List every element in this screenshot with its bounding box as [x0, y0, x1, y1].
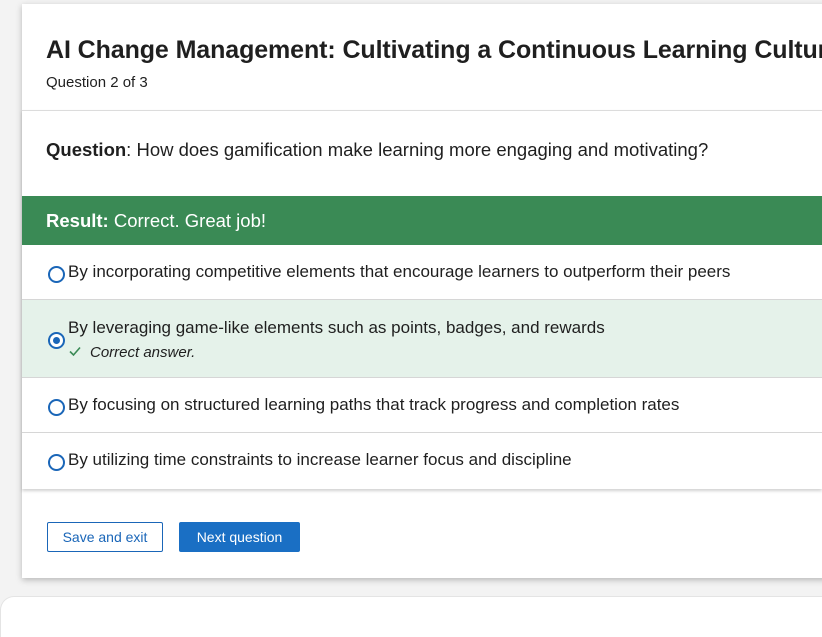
answer-option-label: By focusing on structured learning paths…: [68, 395, 680, 414]
answer-option-1[interactable]: By incorporating competitive elements th…: [22, 245, 822, 300]
radio-unselected-icon[interactable]: [48, 399, 65, 416]
answer-option-label: By leveraging game-like elements such as…: [68, 318, 605, 337]
radio-unselected-icon[interactable]: [48, 454, 65, 471]
quiz-header: AI Change Management: Cultivating a Cont…: [22, 4, 822, 108]
question-prompt: Question: How does gamification make lea…: [46, 139, 708, 161]
next-question-button[interactable]: Next question: [179, 522, 300, 552]
radio-unselected-icon[interactable]: [48, 266, 65, 283]
result-banner: Result: Correct. Great job!: [22, 196, 822, 245]
answer-option-4[interactable]: By utilizing time constraints to increas…: [22, 433, 822, 488]
answer-option-label: By incorporating competitive elements th…: [68, 262, 731, 281]
question-progress: Question 2 of 3: [46, 74, 148, 91]
correct-answer-feedback: Correct answer.: [68, 344, 195, 361]
next-card-edge: [0, 596, 822, 637]
quiz-card: AI Change Management: Cultivating a Cont…: [22, 4, 822, 578]
result-label: Result:: [46, 210, 109, 231]
answer-option-2[interactable]: By leveraging game-like elements such as…: [22, 300, 822, 378]
answer-option-3[interactable]: By focusing on structured learning paths…: [22, 378, 822, 433]
answer-option-label: By utilizing time constraints to increas…: [68, 450, 572, 469]
question-label: Question: [46, 139, 127, 160]
radio-selected-icon[interactable]: [48, 332, 65, 349]
feedback-text: Correct answer.: [90, 344, 196, 361]
check-icon: [69, 346, 81, 357]
save-and-exit-button[interactable]: Save and exit: [47, 522, 163, 552]
course-title: AI Change Management: Cultivating a Cont…: [46, 36, 822, 64]
result-message: Correct. Great job!: [108, 210, 267, 231]
question-panel: Question: How does gamification make lea…: [22, 110, 822, 489]
question-body: How does gamification make learning more…: [131, 139, 709, 160]
